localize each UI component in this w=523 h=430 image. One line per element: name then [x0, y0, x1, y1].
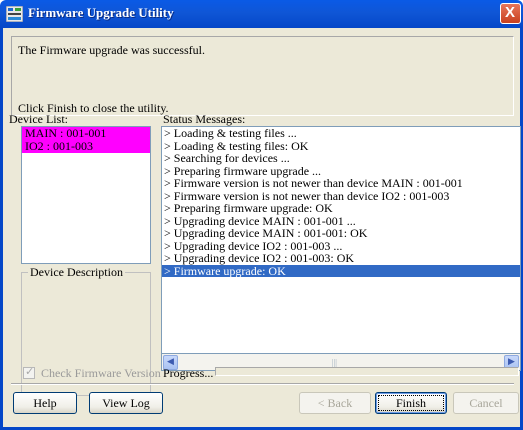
- scroll-thumb[interactable]: |||: [332, 358, 337, 367]
- success-message: The Firmware upgrade was successful.: [18, 43, 205, 57]
- title-bar: Firmware Upgrade Utility X: [0, 0, 523, 28]
- device-list[interactable]: MAIN : 001-001 IO2 : 001-003: [21, 126, 151, 264]
- check-firmware-checkbox[interactable]: [23, 365, 35, 379]
- firmware-app-icon: [6, 6, 23, 22]
- status-line[interactable]: > Preparing firmware upgrade: OK: [162, 202, 520, 215]
- check-firmware-label: Check Firmware Version: [41, 366, 161, 380]
- help-button[interactable]: Help: [13, 392, 77, 414]
- back-button[interactable]: < Back: [299, 392, 371, 414]
- status-lines: > Loading & testing files ... > Loading &…: [162, 127, 520, 277]
- close-icon: X: [505, 4, 516, 21]
- device-list-item[interactable]: IO2 : 001-003: [22, 140, 150, 153]
- status-line[interactable]: > Firmware upgrade: OK: [162, 264, 520, 277]
- message-box: The Firmware upgrade was successful. Cli…: [11, 36, 514, 116]
- status-messages-list[interactable]: > Loading & testing files ... > Loading &…: [161, 126, 521, 354]
- dialog-body: The Firmware upgrade was successful. Cli…: [0, 28, 523, 430]
- progress-bar: [215, 367, 519, 376]
- status-line[interactable]: > Searching for devices ...: [162, 152, 520, 165]
- view-log-button[interactable]: View Log: [89, 392, 163, 414]
- close-button[interactable]: X: [500, 3, 521, 24]
- device-list-items: MAIN : 001-001 IO2 : 001-003: [22, 127, 150, 153]
- device-list-label: Device List:: [9, 112, 68, 126]
- status-line[interactable]: > Upgrading device IO2 : 001-003: OK: [162, 252, 520, 265]
- cancel-button[interactable]: Cancel: [453, 392, 519, 414]
- status-line[interactable]: > Loading & testing files ...: [162, 127, 520, 140]
- progress-label: Progress...: [163, 366, 214, 380]
- finish-button[interactable]: Finish: [375, 392, 447, 414]
- window-title: Firmware Upgrade Utility: [28, 5, 174, 20]
- device-description-label: Device Description: [28, 265, 125, 280]
- status-line[interactable]: > Upgrading device MAIN : 001-001: OK: [162, 227, 520, 240]
- status-line[interactable]: > Firmware version is not newer than dev…: [162, 177, 520, 190]
- status-messages-label: Status Messages:: [163, 112, 246, 126]
- separator: [11, 383, 514, 385]
